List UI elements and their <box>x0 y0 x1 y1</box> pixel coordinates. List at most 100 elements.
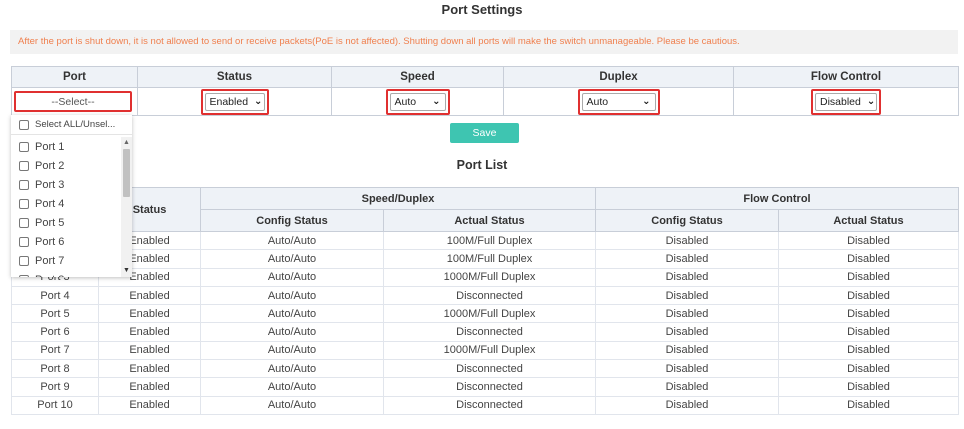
fc-config-cell: Disabled <box>595 377 779 397</box>
fc-actual-cell: Disabled <box>778 268 959 287</box>
port-option[interactable]: Port 8 <box>11 270 121 277</box>
port-option[interactable]: Port 6 <box>11 232 121 251</box>
sd-config-cell: Auto/Auto <box>200 359 384 379</box>
port-option[interactable]: Port 7 <box>11 251 121 270</box>
status-select[interactable]: Enabled ⌄ <box>204 92 265 111</box>
flow-control-select-value: Disabled <box>820 95 861 108</box>
port-option-label: Port 6 <box>35 235 65 248</box>
speed-select-highlight: Auto ⌄ <box>385 88 450 115</box>
fc-actual-cell: Disabled <box>778 286 959 306</box>
fc-config-cell: Disabled <box>595 341 779 361</box>
dropdown-scrollbar[interactable]: ▲ ▼ <box>121 137 132 277</box>
sd-actual-cell: 1000M/Full Duplex <box>383 341 596 361</box>
scrollbar-thumb[interactable] <box>123 149 130 197</box>
flow-select-highlight: Disabled ⌄ <box>811 88 881 115</box>
header-speed: Speed <box>331 66 504 88</box>
sd-config-cell: Auto/Auto <box>200 396 384 415</box>
sd-actual-cell: Disconnected <box>383 322 596 342</box>
sd-config-cell: Auto/Auto <box>200 268 384 287</box>
status-cell: Enabled <box>98 322 201 342</box>
port-list-title: Port List <box>456 158 508 172</box>
table-row: Port 2EnabledAuto/Auto100M/Full DuplexDi… <box>11 249 959 269</box>
checkbox-icon[interactable] <box>19 141 29 152</box>
status-cell: Enabled <box>98 341 201 361</box>
checkbox-icon[interactable] <box>19 160 29 171</box>
list-header-fc-actual: Actual Status <box>778 209 959 232</box>
checkbox-icon[interactable] <box>19 217 29 228</box>
fc-actual-cell: Disabled <box>778 359 959 379</box>
header-port: Port <box>11 66 138 88</box>
fc-actual-cell: Disabled <box>778 341 959 361</box>
sd-actual-cell: 100M/Full Duplex <box>383 249 596 269</box>
port-option[interactable]: Port 2 <box>11 156 121 175</box>
table-row: Port 3 Enabled Auto/Auto 1000M/Full Duplex D… <box>11 268 959 287</box>
port-cell: Port 6 <box>11 322 99 342</box>
table-row: Port 1EnabledAuto/Auto100M/Full DuplexDi… <box>11 231 959 251</box>
flow-control-select[interactable]: Disabled ⌄ <box>815 92 877 111</box>
checkbox-icon[interactable] <box>19 179 29 190</box>
sd-config-cell: Auto/Auto <box>200 304 384 324</box>
fc-config-cell: Disabled <box>595 359 779 379</box>
port-cell: Port 10 <box>11 396 99 415</box>
status-cell: Enabled <box>98 359 201 379</box>
port-cell: Port 8 <box>11 359 99 379</box>
port-option-label: Port 8 <box>35 274 64 278</box>
port-option[interactable]: Port 1 <box>11 137 121 156</box>
fc-actual-cell: Disabled <box>778 396 959 415</box>
port-option-list: Port 1 Port 2 Port 3 Port 4 Port 5 Port 6 Port… <box>11 137 121 277</box>
fc-actual-cell: Disabled <box>778 377 959 397</box>
table-row: Port 6 Enabled Auto/Auto Disconnected Disabl… <box>11 322 959 342</box>
save-button[interactable]: Save <box>450 123 519 143</box>
sd-config-cell: Auto/Auto <box>200 231 384 251</box>
checkbox-icon[interactable] <box>19 255 29 266</box>
header-flow-control: Flow Control <box>733 66 959 88</box>
table-row: Port 7 Enabled Auto/Auto 1000M/Full Duplex D… <box>11 341 959 361</box>
port-cell: Port 7 <box>11 341 99 361</box>
fc-actual-cell: Disabled <box>778 249 959 269</box>
speed-select[interactable]: Auto ⌄ <box>389 92 446 111</box>
status-select-highlight: Enabled ⌄ <box>200 88 269 115</box>
table-row: Port 10 Enabled Auto/Auto Disconnected Disab… <box>11 396 959 415</box>
port-option-label: Port 4 <box>35 197 65 210</box>
sd-config-cell: Auto/Auto <box>200 286 384 306</box>
sd-actual-cell: Disconnected <box>383 286 596 306</box>
checkbox-icon[interactable] <box>19 236 29 247</box>
sd-config-cell: Auto/Auto <box>200 341 384 361</box>
port-option[interactable]: Port 5 <box>11 213 121 232</box>
speed-select-value: Auto <box>394 95 417 108</box>
scroll-down-icon[interactable]: ▼ <box>121 267 132 275</box>
sd-config-cell: Auto/Auto <box>200 322 384 342</box>
checkbox-icon[interactable] <box>19 119 29 130</box>
checkbox-icon[interactable] <box>19 198 29 209</box>
port-option-label: Port 1 <box>35 140 65 153</box>
fc-actual-cell: Disabled <box>778 322 959 342</box>
sd-actual-cell: 1000M/Full Duplex <box>383 304 596 324</box>
select-all-label: Select ALL/Unsel... <box>35 119 116 130</box>
port-option-label: Port 5 <box>35 216 65 229</box>
status-cell: Enabled <box>98 286 201 306</box>
port-cell: Port 9 <box>11 377 99 397</box>
fc-actual-cell: Disabled <box>778 231 959 251</box>
duplex-select[interactable]: Auto ⌄ <box>581 92 656 111</box>
port-option-label: Port 2 <box>35 159 65 172</box>
fc-config-cell: Disabled <box>595 322 779 342</box>
status-cell: Enabled <box>98 377 201 397</box>
duplex-select-value: Auto <box>586 95 609 108</box>
scroll-up-icon[interactable]: ▲ <box>121 139 132 147</box>
status-cell: Enabled <box>98 396 201 415</box>
fc-config-cell: Disabled <box>595 286 779 306</box>
port-option[interactable]: Port 4 <box>11 194 121 213</box>
sd-actual-cell: Disconnected <box>383 396 596 415</box>
fc-config-cell: Disabled <box>595 249 779 269</box>
checkbox-icon[interactable] <box>19 274 29 277</box>
port-option-label: Port 7 <box>35 254 65 267</box>
header-status: Status <box>137 66 332 88</box>
select-all-option[interactable]: Select ALL/Unsel... <box>11 115 132 135</box>
port-option[interactable]: Port 3 <box>11 175 121 194</box>
table-row: Port 5 Enabled Auto/Auto 1000M/Full Duplex D… <box>11 304 959 324</box>
fc-config-cell: Disabled <box>595 396 779 415</box>
sd-actual-cell: 100M/Full Duplex <box>383 231 596 251</box>
port-cell: Port 5 <box>11 304 99 324</box>
port-select[interactable]: --Select-- <box>14 91 132 112</box>
list-header-speed-duplex: Speed/Duplex <box>200 187 596 210</box>
